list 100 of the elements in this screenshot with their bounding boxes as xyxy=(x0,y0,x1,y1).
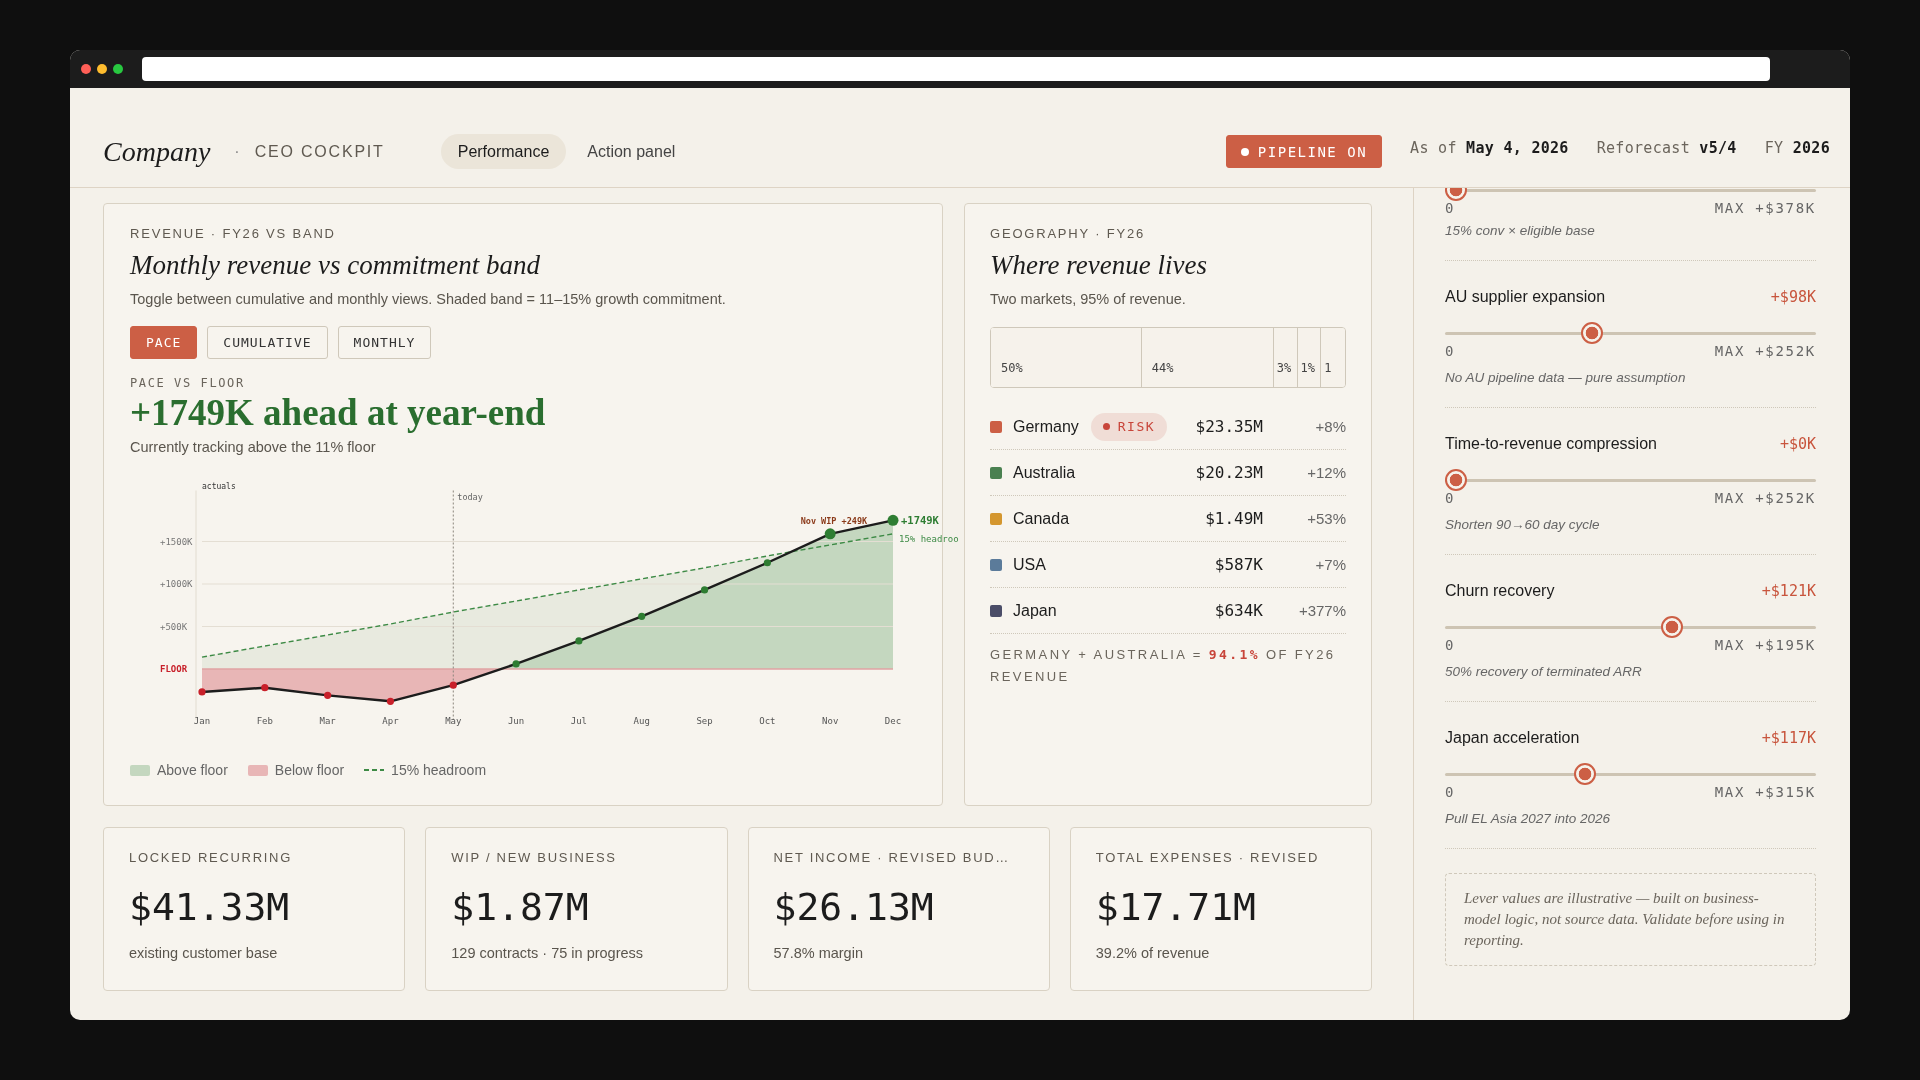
slider-thumb[interactable] xyxy=(1581,322,1604,344)
legend-label: Below floor xyxy=(274,761,345,780)
market-growth: +377% xyxy=(1297,602,1346,619)
axis-label: Mar xyxy=(319,716,336,726)
card-eyebrow: GEOGRAPHY · FY26 xyxy=(990,225,1146,243)
lever-note: No AU pipeline data — pure assumption xyxy=(1445,369,1687,387)
end-value-label: +1749K xyxy=(901,514,939,527)
callout-label: Nov WIP +249K xyxy=(800,515,868,526)
axis-label: Jul xyxy=(570,716,588,726)
kpi-value: $41.33M xyxy=(129,885,291,929)
caption-text: Currently tracking above the 11% floor xyxy=(130,438,377,457)
market-amount: $20.23M xyxy=(1195,463,1263,482)
axis-label: Apr xyxy=(382,716,399,726)
market-name: Australia xyxy=(1013,463,1076,482)
section-title: CEO COCKPIT xyxy=(254,142,385,161)
axis-label: Oct xyxy=(759,716,776,726)
market-growth: +7% xyxy=(1314,556,1346,573)
footnote-text: GERMANY + AUSTRALIA = 94.1% OF FY26 REVENUE xyxy=(990,646,1337,686)
share-label: 1 xyxy=(1324,361,1332,375)
share-label: 3% xyxy=(1276,361,1292,375)
minimize-icon[interactable] xyxy=(97,64,107,74)
headline-stat: +1749K ahead at year-end xyxy=(130,393,547,433)
disclaimer-note: Lever values are illustrative — built on business-model logic, not source data. Validate before using in reporting. xyxy=(1445,873,1816,966)
card-subtitle: Two markets, 95% of revenue. xyxy=(990,290,1187,309)
pipeline-toggle[interactable]: PIPELINE ON xyxy=(1225,135,1383,168)
badge-label: RISK xyxy=(1117,419,1156,434)
lever-label: AU supplier expansion xyxy=(1445,288,1606,306)
slider-min-label: 0 xyxy=(1445,200,1454,216)
market-name: USA xyxy=(1013,555,1046,574)
slider-max-label: MAX +$378K xyxy=(1714,200,1816,216)
kpi-caption: 39.2% of revenue xyxy=(1095,944,1211,963)
section-label: PACE VS FLOOR xyxy=(130,375,246,391)
view-toggle[interactable]: CUMULATIVE xyxy=(207,326,328,359)
slider-min-label: 0 xyxy=(1445,784,1454,800)
axis-label: Dec xyxy=(884,716,902,726)
kpi-value: $1.87M xyxy=(451,885,590,929)
lever-value: +$117K xyxy=(1761,729,1816,747)
axis-label: Jun xyxy=(507,716,525,726)
nav-tab[interactable]: Action panel xyxy=(570,134,693,169)
slider-min-label: 0 xyxy=(1445,490,1454,506)
card-eyebrow: REVENUE · FY26 VS BAND xyxy=(130,225,337,243)
card-title: Monthly revenue vs commitment band xyxy=(130,249,541,281)
series-label: 15% headroo xyxy=(899,533,959,544)
lever-label: Time-to-revenue compression xyxy=(1445,435,1657,453)
market-amount: $1.49M xyxy=(1205,509,1263,528)
slider-max-label: MAX +$252K xyxy=(1714,490,1816,506)
share-label: 44% xyxy=(1151,361,1174,375)
card-subtitle: Toggle between cumulative and monthly views. Shaded band = 11–15% growth commitment. xyxy=(130,290,727,309)
slider-thumb[interactable] xyxy=(1445,469,1467,491)
market-amount: $634K xyxy=(1214,601,1263,620)
axis-label: +1500K xyxy=(160,536,193,547)
slider-max-label: MAX +$252K xyxy=(1714,343,1816,359)
axis-label: Sep xyxy=(696,716,713,726)
series-label: actuals xyxy=(202,482,236,491)
maximize-icon[interactable] xyxy=(113,64,123,74)
lever-label: Japan acceleration xyxy=(1445,729,1580,747)
kpi-label: TOTAL EXPENSES · REVISED xyxy=(1095,849,1321,867)
status-dot-icon xyxy=(1240,147,1249,156)
kpi-caption: 129 contracts · 75 in progress xyxy=(451,944,645,963)
nav-tab[interactable]: Performance xyxy=(440,134,567,169)
kpi-caption: existing customer base xyxy=(129,944,279,963)
close-icon[interactable] xyxy=(81,64,91,74)
legend-label: 15% headroom xyxy=(391,761,487,780)
axis-label: Aug xyxy=(633,716,650,726)
slider-max-label: MAX +$195K xyxy=(1714,637,1816,653)
lever-note: Shorten 90→60 day cycle xyxy=(1445,516,1601,534)
slider-thumb[interactable] xyxy=(1661,616,1684,638)
kpi-value: $17.71M xyxy=(1095,885,1257,929)
market-amount: $23.35M xyxy=(1195,417,1263,436)
lever-label: Churn recovery xyxy=(1445,582,1555,600)
slider-thumb[interactable] xyxy=(1574,763,1597,785)
axis-label: +500K xyxy=(160,621,188,632)
kpi-label: LOCKED RECURRING xyxy=(129,849,293,867)
lever-note: Pull EL Asia 2027 into 2026 xyxy=(1445,810,1612,828)
kpi-caption: 57.8% margin xyxy=(773,944,864,963)
lever-note: 50% recovery of terminated ARR xyxy=(1445,663,1643,681)
separator: · xyxy=(234,142,240,161)
address-field[interactable] xyxy=(142,57,1770,81)
lever-value: +$121K xyxy=(1761,582,1816,600)
slider-max-label: MAX +$315K xyxy=(1714,784,1816,800)
lever-value: +$98K xyxy=(1770,288,1816,306)
kpi-label: WIP / NEW BUSINESS xyxy=(451,849,618,867)
market-growth: +53% xyxy=(1306,510,1346,527)
card-title: Where revenue lives xyxy=(990,249,1208,281)
legend-label: Above floor xyxy=(157,761,228,780)
brand-name: Company xyxy=(103,135,211,168)
market-name: Japan xyxy=(1013,601,1057,620)
view-toggle[interactable]: PACE xyxy=(130,326,198,359)
meta-text: As of May 4, 2026 xyxy=(1410,138,1569,157)
axis-label: Nov xyxy=(822,716,839,726)
axis-label: May xyxy=(445,716,462,726)
view-toggle[interactable]: MONTHLY xyxy=(337,326,432,359)
axis-label: Feb xyxy=(256,716,273,726)
meta-text: Reforecast v5/4 xyxy=(1596,138,1737,157)
market-name: Canada xyxy=(1013,509,1070,528)
slider-min-label: 0 xyxy=(1445,637,1454,653)
lever-value: +$0K xyxy=(1779,435,1816,453)
axis-label: +1000K xyxy=(160,579,193,590)
meta-text: FY 2026 xyxy=(1764,138,1830,157)
slider-min-label: 0 xyxy=(1445,343,1454,359)
